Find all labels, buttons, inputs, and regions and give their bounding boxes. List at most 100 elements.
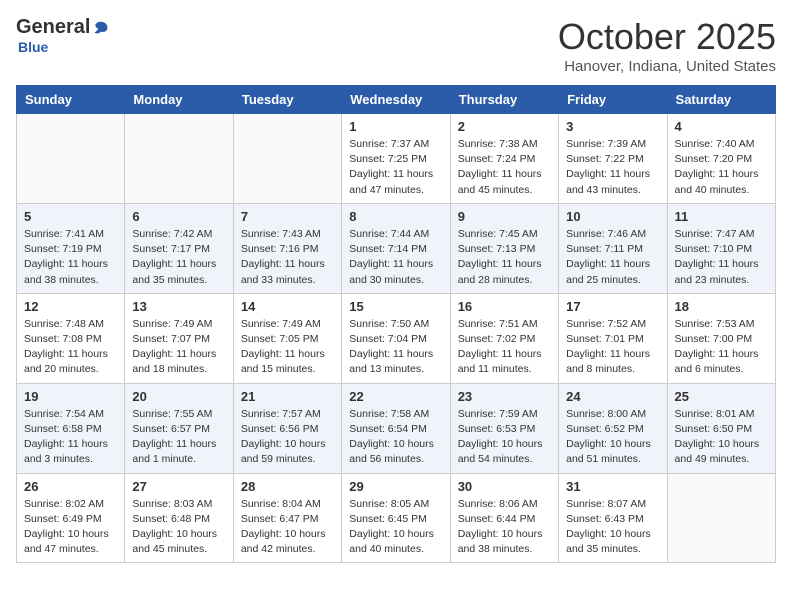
calendar-cell: 16 Sunrise: 7:51 AM Sunset: 7:02 PM Dayli… <box>450 293 558 383</box>
day-number: 29 <box>349 479 442 494</box>
day-number: 4 <box>675 119 768 134</box>
weekday-header-thursday: Thursday <box>450 86 558 114</box>
day-info: Sunrise: 8:03 AM Sunset: 6:48 PM Dayligh… <box>132 497 225 558</box>
day-number: 24 <box>566 389 659 404</box>
calendar-cell: 10 Sunrise: 7:46 AM Sunset: 7:11 PM Dayli… <box>559 203 667 293</box>
calendar-cell: 22Sunrise: 7:58 AM Sunset: 6:54 PM Dayli… <box>342 383 450 473</box>
day-info: Sunrise: 7:38 AM Sunset: 7:24 PM Dayligh… <box>458 137 551 198</box>
day-info: Sunrise: 7:58 AM Sunset: 6:54 PM Dayligh… <box>349 407 442 468</box>
day-number: 8 <box>349 209 442 224</box>
day-info: Sunrise: 8:02 AM Sunset: 6:49 PM Dayligh… <box>24 497 117 558</box>
calendar-cell: 4 Sunrise: 7:40 AM Sunset: 7:20 PM Daylig… <box>667 114 775 204</box>
calendar-cell: 30Sunrise: 8:06 AM Sunset: 6:44 PM Dayli… <box>450 473 558 563</box>
calendar-cell: 5 Sunrise: 7:41 AM Sunset: 7:19 PM Daylig… <box>17 203 125 293</box>
day-number: 31 <box>566 479 659 494</box>
month-title: October 2025 <box>558 16 776 58</box>
logo-general: General <box>16 16 90 39</box>
calendar-week-row: 26 Sunrise: 8:02 AM Sunset: 6:49 PM Dayli… <box>17 473 776 563</box>
day-info: Sunrise: 7:49 AM Sunset: 7:05 PM Dayligh… <box>241 317 334 378</box>
calendar-week-row: 19Sunrise: 7:54 AM Sunset: 6:58 PM Dayli… <box>17 383 776 473</box>
calendar-cell: 29 Sunrise: 8:05 AM Sunset: 6:45 PM Dayli… <box>342 473 450 563</box>
day-number: 13 <box>132 299 225 314</box>
day-number: 26 <box>24 479 117 494</box>
calendar-cell <box>233 114 341 204</box>
calendar-cell: 26 Sunrise: 8:02 AM Sunset: 6:49 PM Dayli… <box>17 473 125 563</box>
day-info: Sunrise: 7:57 AM Sunset: 6:56 PM Dayligh… <box>241 407 334 468</box>
weekday-header-wednesday: Wednesday <box>342 86 450 114</box>
calendar-cell: 28 Sunrise: 8:04 AM Sunset: 6:47 PM Dayli… <box>233 473 341 563</box>
day-number: 14 <box>241 299 334 314</box>
location-subtitle: Hanover, Indiana, United States <box>558 58 776 75</box>
day-number: 16 <box>458 299 551 314</box>
day-number: 2 <box>458 119 551 134</box>
day-number: 17 <box>566 299 659 314</box>
calendar-cell: 15Sunrise: 7:50 AM Sunset: 7:04 PM Dayli… <box>342 293 450 383</box>
title-block: October 2025 Hanover, Indiana, United St… <box>558 16 776 75</box>
calendar-cell: 20Sunrise: 7:55 AM Sunset: 6:57 PM Dayli… <box>125 383 233 473</box>
calendar-cell: 2 Sunrise: 7:38 AM Sunset: 7:24 PM Daylig… <box>450 114 558 204</box>
day-info: Sunrise: 7:53 AM Sunset: 7:00 PM Dayligh… <box>675 317 768 378</box>
day-number: 27 <box>132 479 225 494</box>
day-info: Sunrise: 7:47 AM Sunset: 7:10 PM Dayligh… <box>675 227 768 288</box>
day-number: 23 <box>458 389 551 404</box>
calendar-cell: 12 Sunrise: 7:48 AM Sunset: 7:08 PM Dayli… <box>17 293 125 383</box>
weekday-header-row: SundayMondayTuesdayWednesdayThursdayFrid… <box>17 86 776 114</box>
day-number: 28 <box>241 479 334 494</box>
day-info: Sunrise: 8:01 AM Sunset: 6:50 PM Dayligh… <box>675 407 768 468</box>
calendar-cell: 17Sunrise: 7:52 AM Sunset: 7:01 PM Dayli… <box>559 293 667 383</box>
day-info: Sunrise: 7:41 AM Sunset: 7:19 PM Dayligh… <box>24 227 117 288</box>
day-number: 7 <box>241 209 334 224</box>
calendar-cell: 1 Sunrise: 7:37 AM Sunset: 7:25 PM Daylig… <box>342 114 450 204</box>
day-number: 25 <box>675 389 768 404</box>
day-info: Sunrise: 7:46 AM Sunset: 7:11 PM Dayligh… <box>566 227 659 288</box>
day-number: 3 <box>566 119 659 134</box>
day-number: 15 <box>349 299 442 314</box>
day-number: 6 <box>132 209 225 224</box>
calendar-cell: 31 Sunrise: 8:07 AM Sunset: 6:43 PM Dayli… <box>559 473 667 563</box>
day-info: Sunrise: 7:44 AM Sunset: 7:14 PM Dayligh… <box>349 227 442 288</box>
weekday-header-tuesday: Tuesday <box>233 86 341 114</box>
day-info: Sunrise: 7:37 AM Sunset: 7:25 PM Dayligh… <box>349 137 442 198</box>
day-number: 19 <box>24 389 117 404</box>
day-info: Sunrise: 7:48 AM Sunset: 7:08 PM Dayligh… <box>24 317 117 378</box>
day-info: Sunrise: 7:45 AM Sunset: 7:13 PM Dayligh… <box>458 227 551 288</box>
calendar-cell: 3Sunrise: 7:39 AM Sunset: 7:22 PM Daylig… <box>559 114 667 204</box>
logo: General Blue <box>16 16 110 55</box>
calendar-cell: 27 Sunrise: 8:03 AM Sunset: 6:48 PM Dayli… <box>125 473 233 563</box>
day-info: Sunrise: 7:51 AM Sunset: 7:02 PM Dayligh… <box>458 317 551 378</box>
calendar-cell: 14 Sunrise: 7:49 AM Sunset: 7:05 PM Dayli… <box>233 293 341 383</box>
calendar-cell: 24Sunrise: 8:00 AM Sunset: 6:52 PM Dayli… <box>559 383 667 473</box>
day-info: Sunrise: 7:40 AM Sunset: 7:20 PM Dayligh… <box>675 137 768 198</box>
calendar-table: SundayMondayTuesdayWednesdayThursdayFrid… <box>16 85 776 563</box>
day-number: 12 <box>24 299 117 314</box>
calendar-cell: 19Sunrise: 7:54 AM Sunset: 6:58 PM Dayli… <box>17 383 125 473</box>
calendar-cell: 8 Sunrise: 7:44 AM Sunset: 7:14 PM Daylig… <box>342 203 450 293</box>
calendar-cell: 21 Sunrise: 7:57 AM Sunset: 6:56 PM Dayli… <box>233 383 341 473</box>
weekday-header-friday: Friday <box>559 86 667 114</box>
day-number: 18 <box>675 299 768 314</box>
weekday-header-monday: Monday <box>125 86 233 114</box>
calendar-cell <box>17 114 125 204</box>
day-info: Sunrise: 7:43 AM Sunset: 7:16 PM Dayligh… <box>241 227 334 288</box>
day-info: Sunrise: 8:04 AM Sunset: 6:47 PM Dayligh… <box>241 497 334 558</box>
day-info: Sunrise: 7:59 AM Sunset: 6:53 PM Dayligh… <box>458 407 551 468</box>
day-info: Sunrise: 8:07 AM Sunset: 6:43 PM Dayligh… <box>566 497 659 558</box>
calendar-cell <box>667 473 775 563</box>
page-header: General Blue October 2025 Hanover, India… <box>16 16 776 75</box>
day-info: Sunrise: 8:05 AM Sunset: 6:45 PM Dayligh… <box>349 497 442 558</box>
day-info: Sunrise: 7:42 AM Sunset: 7:17 PM Dayligh… <box>132 227 225 288</box>
day-number: 10 <box>566 209 659 224</box>
day-number: 1 <box>349 119 442 134</box>
day-number: 5 <box>24 209 117 224</box>
weekday-header-sunday: Sunday <box>17 86 125 114</box>
calendar-cell: 18 Sunrise: 7:53 AM Sunset: 7:00 PM Dayli… <box>667 293 775 383</box>
day-info: Sunrise: 8:06 AM Sunset: 6:44 PM Dayligh… <box>458 497 551 558</box>
logo-bird-icon <box>92 19 110 37</box>
day-number: 21 <box>241 389 334 404</box>
day-info: Sunrise: 7:55 AM Sunset: 6:57 PM Dayligh… <box>132 407 225 468</box>
calendar-cell: 9Sunrise: 7:45 AM Sunset: 7:13 PM Daylig… <box>450 203 558 293</box>
calendar-cell: 23 Sunrise: 7:59 AM Sunset: 6:53 PM Dayli… <box>450 383 558 473</box>
logo-blue-text: Blue <box>18 39 48 55</box>
day-number: 11 <box>675 209 768 224</box>
calendar-cell: 25 Sunrise: 8:01 AM Sunset: 6:50 PM Dayli… <box>667 383 775 473</box>
